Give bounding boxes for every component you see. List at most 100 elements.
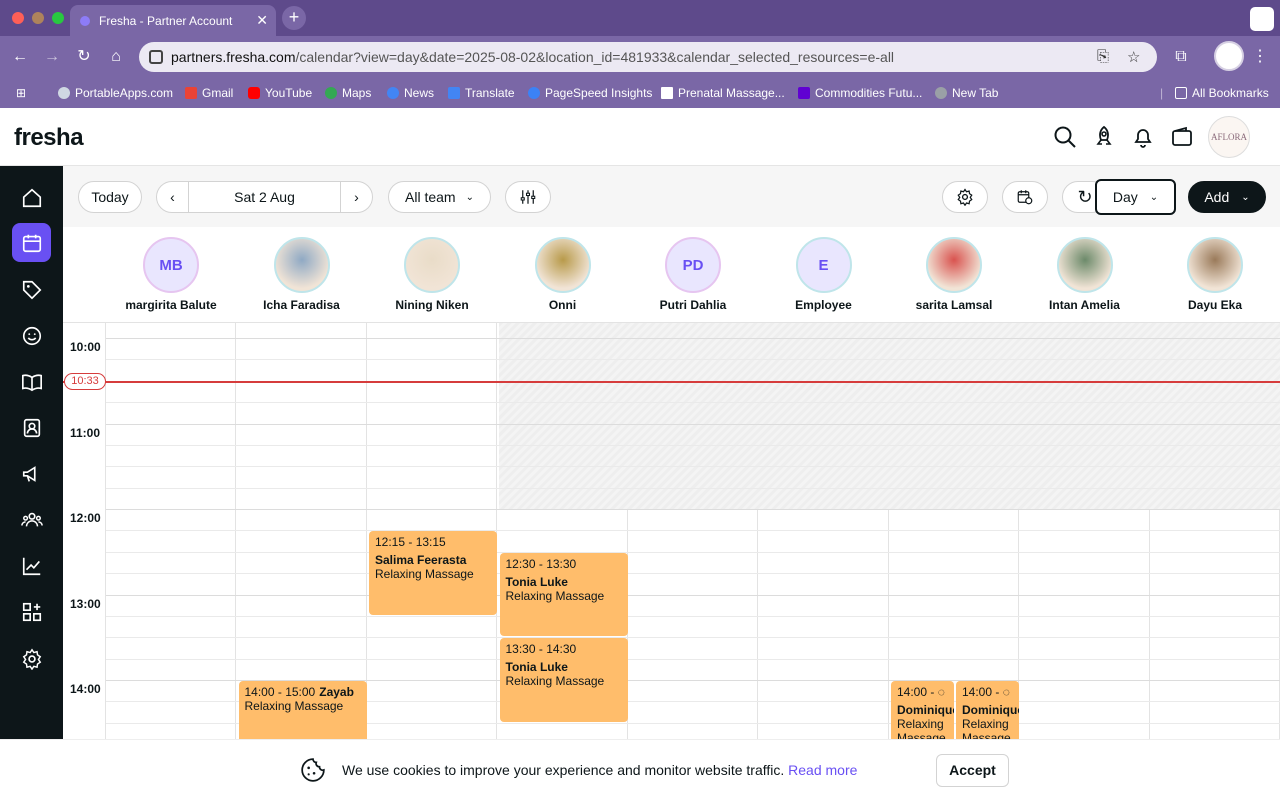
sidebar-item-marketing[interactable] — [12, 454, 51, 493]
forward-icon[interactable]: → — [40, 45, 64, 69]
url-bar[interactable]: partners.fresha.com/calendar?view=day&da… — [139, 42, 1157, 72]
staff-column-header[interactable]: Icha Faradisa — [237, 237, 367, 312]
staff-column-header[interactable]: Nining Niken — [367, 237, 497, 312]
url-path: /calendar?view=day&date=2025-08-02&locat… — [295, 49, 895, 65]
maximize-window-button[interactable] — [52, 12, 64, 24]
back-icon[interactable]: ← — [8, 45, 32, 69]
appointment-card[interactable]: 13:30 - 14:30 Tonia Luke Relaxing Massage — [499, 638, 628, 722]
calendar-settings-button[interactable] — [942, 181, 988, 213]
chat-bubble-icon: ◌ — [934, 685, 945, 699]
bookmark-item[interactable]: Commodities Futu... — [798, 86, 922, 100]
sidebar-item-calendar[interactable] — [12, 223, 51, 262]
bookmark-item[interactable]: News — [387, 86, 434, 100]
staff-column-header[interactable]: E Employee — [759, 237, 889, 312]
bell-icon[interactable] — [1131, 125, 1155, 149]
view-select[interactable]: Day ⌄ — [1095, 179, 1176, 215]
waitlist-button[interactable] — [1002, 181, 1048, 213]
bookmark-item[interactable]: Gmail — [185, 86, 233, 100]
bookmark-star-icon[interactable]: ☆ — [1127, 48, 1140, 66]
appointment-time-text: 14:00 - 15:00 — [244, 685, 316, 699]
chevron-down-icon: ⌄ — [1241, 191, 1250, 203]
business-avatar[interactable]: AFLORA — [1208, 116, 1250, 158]
accept-cookies-button[interactable]: Accept — [936, 754, 1009, 787]
browser-menu-icon[interactable]: ⋮ — [1248, 45, 1272, 69]
bookmark-item[interactable]: New Tab — [935, 86, 998, 100]
sidebar-item-clients[interactable] — [12, 316, 51, 355]
gmail-icon — [185, 87, 197, 99]
avatar[interactable] — [534, 237, 591, 293]
avatar[interactable]: E — [795, 237, 852, 293]
install-app-icon[interactable]: ⎘ — [1097, 48, 1109, 65]
bookmark-item[interactable]: Translate — [448, 86, 515, 100]
filter-button[interactable] — [505, 181, 551, 213]
avatar[interactable] — [273, 237, 330, 293]
close-window-button[interactable] — [12, 12, 24, 24]
today-button[interactable]: Today — [78, 181, 142, 213]
profile-avatar[interactable] — [1214, 41, 1244, 71]
avatar[interactable] — [1056, 237, 1113, 293]
staff-column-header[interactable]: PD Putri Dahlia — [628, 237, 758, 312]
staff-name: sarita Lamsal — [915, 298, 993, 312]
extensions-icon[interactable]: ⧉ — [1169, 45, 1193, 69]
sidebar-item-team[interactable] — [12, 500, 51, 539]
avatar[interactable] — [404, 237, 460, 293]
browser-tab[interactable]: Fresha - Partner Account ✕ — [70, 5, 276, 36]
staff-column-header[interactable]: sarita Lamsal — [889, 237, 1019, 312]
staff-column[interactable] — [106, 323, 236, 800]
fresha-logo[interactable]: fresha — [14, 124, 84, 152]
business-avatar-text: AFLORA — [1210, 132, 1247, 142]
refresh-icon: ↻ — [1077, 186, 1093, 207]
bookmark-item[interactable]: PageSpeed Insights — [528, 86, 652, 100]
staff-column-header[interactable]: MB margirita Balute — [106, 237, 236, 312]
sidebar-item-reports[interactable] — [12, 546, 51, 585]
bookmark-item[interactable]: Maps — [325, 86, 371, 100]
add-button[interactable]: Add ⌄ — [1188, 181, 1266, 213]
next-day-button[interactable]: › — [340, 182, 372, 212]
current-date[interactable]: Sat 2 Aug — [234, 189, 295, 205]
bookmark-item[interactable]: YouTube — [248, 86, 312, 100]
previous-day-button[interactable]: ‹ — [157, 182, 189, 212]
all-bookmarks[interactable]: All Bookmarks — [1175, 86, 1269, 100]
smiley-icon — [22, 326, 41, 345]
staff-column-header[interactable]: Dayu Eka — [1150, 237, 1280, 312]
avatar[interactable]: MB — [143, 237, 199, 293]
staff-column-header[interactable]: Intan Amelia — [1020, 237, 1150, 312]
appointment-time-text: 13:30 - 14:30 — [505, 642, 577, 657]
site-info-icon[interactable] — [149, 50, 163, 64]
minimize-window-button[interactable] — [32, 12, 44, 24]
new-tab-button[interactable]: + — [282, 6, 306, 30]
sidebar-item-home[interactable] — [12, 178, 51, 217]
team-select[interactable]: All team ⌄ — [388, 181, 491, 213]
profile-square-icon[interactable] — [1250, 7, 1274, 31]
staff-column-header[interactable]: Onni — [498, 237, 628, 312]
sidebar-item-catalog[interactable] — [12, 362, 51, 401]
appointment-card[interactable]: 12:15 - 13:15 Salima Feerasta Relaxing Mas… — [369, 531, 497, 615]
bookmark-item[interactable]: Prenatal Massage... — [661, 86, 785, 100]
appointment-time: 14:00 - ◌ — [897, 685, 948, 699]
sidebar-item-add-ons[interactable] — [12, 592, 51, 631]
close-tab-icon[interactable]: ✕ — [256, 12, 268, 28]
cookie-message: We use cookies to improve your experienc… — [342, 762, 785, 778]
grid-line — [106, 594, 1280, 596]
url-host: partners.fresha.com — [171, 49, 296, 65]
search-icon[interactable] — [1053, 125, 1077, 149]
bookmark-item[interactable]: PortableApps.com — [58, 86, 173, 100]
avatar[interactable] — [926, 237, 982, 293]
read-more-link[interactable]: Read more — [788, 762, 857, 778]
page-icon — [661, 87, 673, 99]
apps-plus-icon — [22, 602, 41, 621]
appointment-card[interactable]: 12:30 - 13:30 Tonia Luke Relaxing Massage — [499, 552, 628, 637]
calendar-toolbar: Today ‹ Sat 2 Aug › All team ⌄ ↻ Day ⌄ Add… — [63, 166, 1280, 227]
grid-line — [106, 530, 1280, 532]
sidebar-item-online-booking[interactable] — [12, 408, 51, 447]
avatar[interactable]: PD — [665, 237, 721, 293]
rocket-icon[interactable] — [1092, 125, 1116, 149]
apps-grid-icon[interactable]: ⊞ — [16, 86, 26, 100]
appointment-client: Dominique — [962, 703, 1019, 717]
home-icon[interactable]: ⌂ — [104, 45, 128, 69]
sidebar-item-settings[interactable] — [12, 639, 51, 678]
reload-icon[interactable]: ↻ — [72, 45, 96, 69]
sidebar-item-sales[interactable] — [12, 270, 51, 309]
avatar[interactable] — [1187, 237, 1243, 293]
wallet-icon[interactable] — [1170, 125, 1194, 149]
